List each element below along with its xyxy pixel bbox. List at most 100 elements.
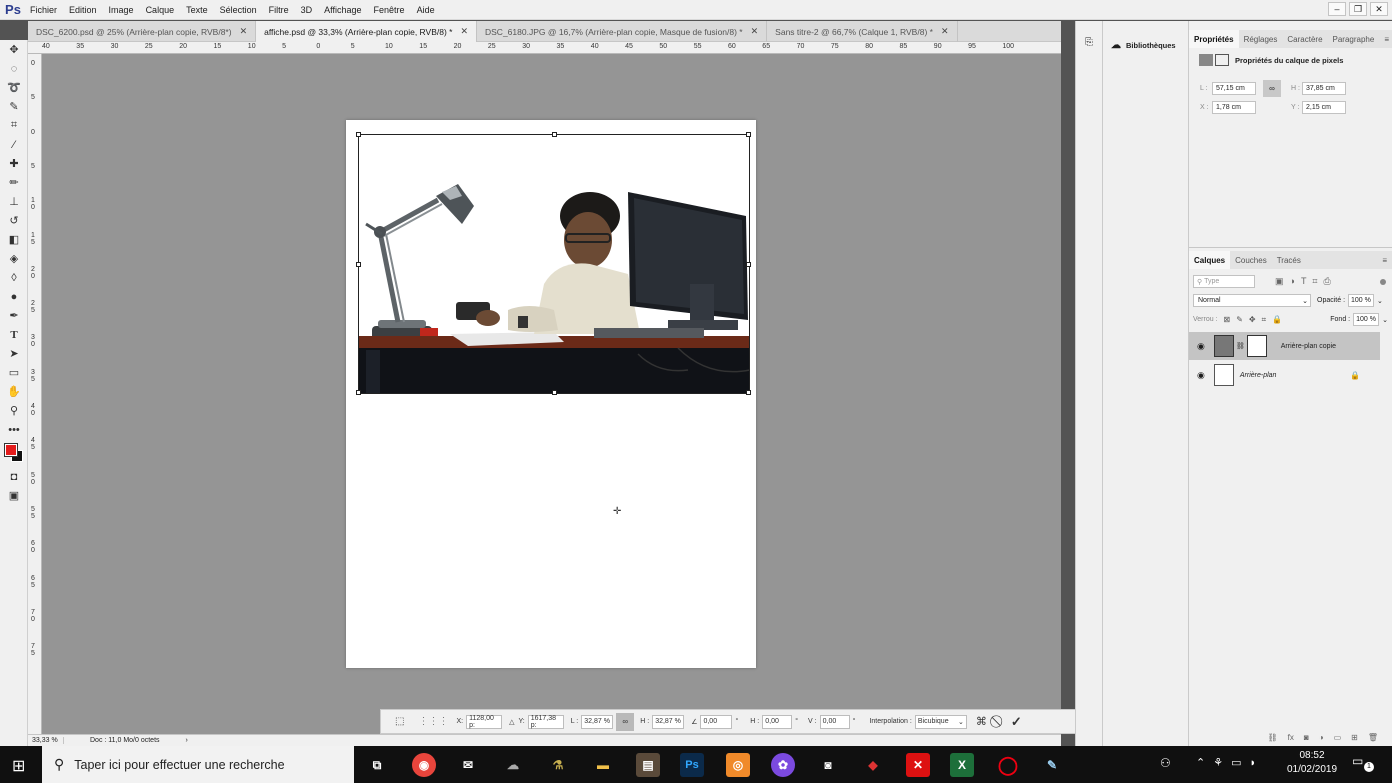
- close-tab-icon[interactable]: ✕: [240, 26, 248, 37]
- tab-reglages[interactable]: Réglages: [1239, 30, 1283, 48]
- link-proportions-icon[interactable]: ∞: [616, 712, 635, 731]
- menu-edition[interactable]: Edition: [63, 5, 103, 15]
- add-mask-icon[interactable]: ◙: [1304, 733, 1309, 742]
- type-tool-icon[interactable]: T: [0, 325, 28, 344]
- mask-link-icon[interactable]: ⛓: [1236, 342, 1245, 350]
- width-field[interactable]: 32,87 %: [581, 714, 614, 729]
- y-field[interactable]: 1617,38 p:: [527, 714, 564, 729]
- task-view-icon[interactable]: ⧉: [365, 753, 389, 777]
- transform-preset-icon[interactable]: ⬚: [395, 716, 404, 727]
- close-window-button[interactable]: ✕: [1370, 2, 1388, 16]
- taskbar-search[interactable]: ⚲ Taper ici pour effectuer une recherche: [42, 746, 354, 783]
- marquee-tool-icon[interactable]: ◌: [0, 59, 28, 78]
- interpolation-select[interactable]: Bicubique ⌄: [914, 714, 967, 729]
- blur-tool-icon[interactable]: ◊: [0, 268, 28, 287]
- restore-button[interactable]: ❐: [1349, 2, 1367, 16]
- menu-fenetre[interactable]: Fenêtre: [368, 5, 411, 15]
- tab-paragraphe[interactable]: Paragraphe: [1328, 30, 1380, 48]
- clock[interactable]: 08:52 01/02/2019: [1284, 750, 1340, 775]
- opacity-field[interactable]: 100 %: [1348, 294, 1375, 307]
- opera-icon[interactable]: ◯: [996, 753, 1020, 777]
- tab-affiche[interactable]: affiche.psd @ 33,3% (Arrière-plan copie,…: [256, 21, 477, 42]
- libraries-button[interactable]: ☁ Bibliothèques: [1111, 40, 1188, 51]
- lasso-tool-icon[interactable]: ➰: [0, 78, 28, 97]
- rectangle-tool-icon[interactable]: ▭: [0, 363, 28, 382]
- transform-handle[interactable]: [356, 132, 361, 137]
- angle-field[interactable]: 0,00: [700, 714, 733, 729]
- free-transform-box[interactable]: [356, 132, 751, 395]
- crop-tool-icon[interactable]: ⌗: [0, 116, 28, 135]
- tab-dsc6200[interactable]: DSC_6200.psd @ 25% (Arrière-plan copie, …: [28, 21, 257, 42]
- lock-icon[interactable]: 🔒: [1350, 371, 1360, 380]
- visibility-eye-icon[interactable]: ◉: [1197, 370, 1205, 381]
- l-field[interactable]: 57,15 cm: [1212, 82, 1256, 95]
- transform-handle[interactable]: [746, 132, 751, 137]
- transform-handle[interactable]: [552, 132, 557, 137]
- transform-handle[interactable]: [356, 262, 361, 267]
- paint-app-icon[interactable]: ✎: [1040, 753, 1064, 777]
- flask-app-icon[interactable]: ⚗: [546, 753, 570, 777]
- people-icon[interactable]: ⚇: [1160, 756, 1171, 770]
- chrome-icon[interactable]: ◉: [412, 753, 436, 777]
- layer-row[interactable]: ◉ Arrière-plan 🔒: [1189, 361, 1380, 389]
- warp-mode-icon[interactable]: ⌘: [976, 715, 987, 728]
- x-field[interactable]: 1,78 cm: [1212, 101, 1256, 114]
- notifications-icon[interactable]: ▭ 1: [1352, 754, 1374, 774]
- skew-v-field[interactable]: 0,00: [819, 714, 850, 729]
- delta-icon[interactable]: △: [509, 718, 514, 726]
- minimize-button[interactable]: –: [1328, 2, 1346, 16]
- dodge-tool-icon[interactable]: ●: [0, 287, 28, 306]
- layer-name[interactable]: Arrière-plan copie: [1281, 343, 1336, 350]
- link-dimensions-icon[interactable]: ∞: [1263, 80, 1281, 97]
- layer-name[interactable]: Arrière-plan: [1240, 372, 1277, 379]
- new-layer-icon[interactable]: ⊞: [1351, 733, 1358, 742]
- tab-couches[interactable]: Couches: [1230, 251, 1272, 269]
- tab-sans-titre-2[interactable]: Sans titre-2 @ 66,7% (Calque 1, RVB/8) *…: [767, 21, 958, 42]
- new-group-icon[interactable]: ▭: [1334, 733, 1342, 742]
- tab-traces[interactable]: Tracés: [1272, 251, 1306, 269]
- app-orange-icon[interactable]: ◎: [726, 753, 750, 777]
- tab-dsc6180[interactable]: DSC_6180.JPG @ 16,7% (Arrière-plan copie…: [477, 21, 768, 42]
- brush-tool-icon[interactable]: ✏: [0, 173, 28, 192]
- y-field[interactable]: 2,15 cm: [1302, 101, 1346, 114]
- x-app-icon[interactable]: ✕: [906, 753, 930, 777]
- layer-mask-icon[interactable]: [1215, 54, 1229, 66]
- link-layers-icon[interactable]: ⛓: [1268, 733, 1278, 742]
- mail-icon[interactable]: ✉: [456, 753, 480, 777]
- delete-layer-icon[interactable]: 🗑: [1368, 733, 1378, 742]
- color-app-icon[interactable]: ✿: [771, 753, 795, 777]
- zoom-level[interactable]: 33,33 %: [28, 737, 64, 744]
- eyedropper-tool-icon[interactable]: ⁄: [0, 135, 28, 154]
- pen-tool-icon[interactable]: ✒: [0, 306, 28, 325]
- history-panel-icon[interactable]: ⎘: [1085, 37, 1102, 48]
- red-app-icon[interactable]: ◆: [861, 753, 885, 777]
- zoom-tool-icon[interactable]: ⚲: [0, 401, 28, 420]
- layer-filter-select[interactable]: ⚲ Type: [1193, 275, 1255, 288]
- transform-handle[interactable]: [746, 390, 751, 395]
- foreground-color-swatch[interactable]: [4, 443, 18, 457]
- menu-3d[interactable]: 3D: [295, 5, 319, 15]
- path-selection-tool-icon[interactable]: ➤: [0, 344, 28, 363]
- app-icon[interactable]: ▤: [636, 753, 660, 777]
- tab-proprietes[interactable]: Propriétés: [1189, 30, 1239, 48]
- file-explorer-icon[interactable]: ▬: [591, 753, 615, 777]
- ruler-vertical[interactable]: 0 5 0 5 10 15 20 25 30 35 40 45 50 55 60 65 70 75: [28, 54, 42, 734]
- close-tab-icon[interactable]: ✕: [751, 26, 759, 37]
- transform-handle[interactable]: [356, 390, 361, 395]
- visibility-eye-icon[interactable]: ◉: [1197, 341, 1205, 352]
- adjustment-layer-icon[interactable]: ◑: [1319, 733, 1324, 742]
- menu-calque[interactable]: Calque: [140, 5, 181, 15]
- h-field[interactable]: 37,85 cm: [1302, 82, 1346, 95]
- close-tab-icon[interactable]: ✕: [941, 26, 949, 37]
- windows-start-icon[interactable]: ⊞: [12, 756, 25, 776]
- blend-mode-select[interactable]: Normal ⌄: [1193, 294, 1311, 307]
- commit-transform-icon[interactable]: ✓: [1011, 714, 1022, 730]
- tab-caractere[interactable]: Caractère: [1282, 30, 1327, 48]
- opacity-dropdown-icon[interactable]: ⌄: [1377, 297, 1383, 305]
- transform-reference-point-icon[interactable]: ✛: [613, 506, 621, 517]
- menu-filtre[interactable]: Filtre: [263, 5, 295, 15]
- menu-aide[interactable]: Aide: [411, 5, 441, 15]
- transform-handle[interactable]: [552, 390, 557, 395]
- paint-bucket-tool-icon[interactable]: ◈: [0, 249, 28, 268]
- status-arrow-icon[interactable]: ›: [186, 737, 188, 744]
